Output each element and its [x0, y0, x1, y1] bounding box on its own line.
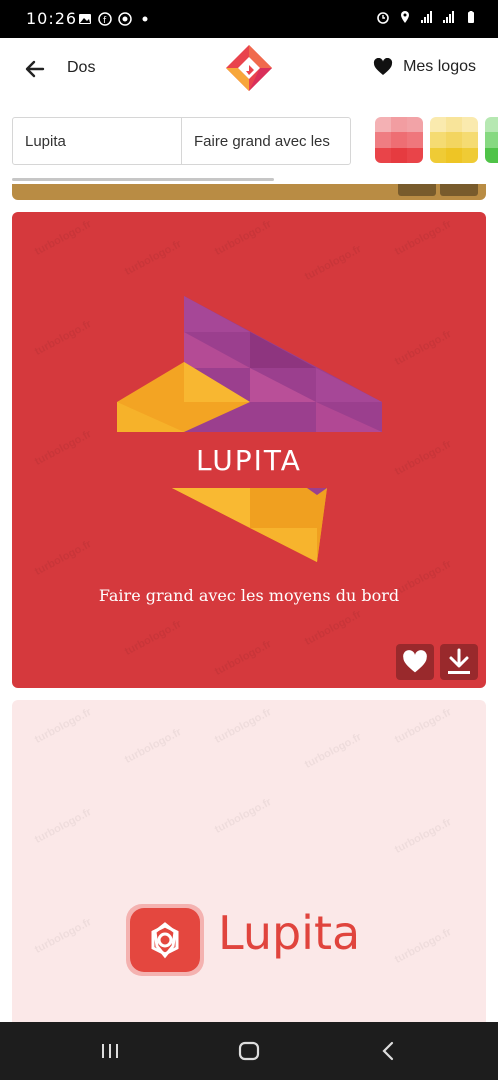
alarm-icon — [377, 12, 389, 24]
logo-brand-name: Lupita — [218, 906, 361, 960]
palette-yellow[interactable] — [430, 117, 478, 163]
whatsapp-icon — [118, 12, 132, 26]
app-bar: Dos Mes logos — [0, 38, 498, 99]
lte-icon — [443, 11, 454, 23]
clock: 10:26 — [26, 9, 78, 28]
logo-slogan: Faire grand avec les moyens du bord — [98, 586, 400, 605]
back-icon — [382, 1041, 394, 1061]
logo-card[interactable]: turbologo.fr turbologo.fr turbologo.fr t… — [12, 700, 486, 1022]
download-button[interactable] — [440, 644, 478, 680]
company-name-field[interactable]: Lupita — [13, 118, 181, 164]
flower-mark-icon — [126, 904, 204, 976]
back-label[interactable]: Dos — [67, 59, 95, 77]
favorite-button[interactable] — [396, 644, 434, 680]
system-icons — [376, 10, 478, 24]
download-button[interactable] — [440, 184, 478, 196]
facebook-icon: f — [98, 12, 112, 26]
slogan-field[interactable]: Faire grand avec les — [181, 118, 350, 164]
logo-card-previous[interactable] — [12, 184, 486, 200]
logo-card[interactable]: turbologo.fr turbologo.fr turbologo.fr t… — [12, 212, 486, 688]
watermark: turbologo.fr turbologo.fr turbologo.fr t… — [32, 706, 454, 966]
signal-icon — [421, 11, 432, 23]
dot-icon — [142, 16, 148, 22]
system-nav-bar — [0, 1022, 498, 1080]
my-logos-label: Mes logos — [403, 58, 476, 75]
home-button[interactable] — [232, 1036, 266, 1066]
filter-bar: Lupita Faire grand avec les — [0, 98, 498, 184]
logo-list[interactable]: turbologo.fr turbologo.fr turbologo.fr t… — [0, 184, 498, 1022]
text-inputs: Lupita Faire grand avec les — [12, 117, 351, 165]
palette-green[interactable] — [485, 117, 498, 163]
home-icon — [238, 1041, 260, 1061]
my-logos-button[interactable]: Mes logos — [373, 51, 476, 83]
horizontal-scrollbar[interactable] — [12, 178, 274, 181]
arrow-left-icon — [25, 60, 45, 78]
location-icon — [401, 11, 409, 23]
status-bar: 10:26 f — [0, 0, 498, 38]
notification-icons: f — [78, 10, 152, 28]
favorite-button[interactable] — [398, 184, 436, 196]
heart-icon — [374, 58, 393, 75]
turbologo-logo — [226, 45, 272, 91]
download-icon — [448, 648, 470, 674]
palette-red[interactable] — [375, 117, 423, 163]
battery-icon — [468, 11, 474, 23]
image-icon — [79, 14, 91, 24]
logo-brand-name: LUPITA — [196, 444, 302, 477]
recent-apps-button[interactable] — [93, 1036, 127, 1066]
back-button[interactable] — [20, 54, 50, 84]
back-nav-button[interactable] — [372, 1036, 406, 1066]
recent-apps-icon — [102, 1044, 118, 1058]
heart-icon — [403, 650, 427, 673]
brand-mark — [117, 296, 382, 562]
card-actions — [396, 644, 478, 680]
